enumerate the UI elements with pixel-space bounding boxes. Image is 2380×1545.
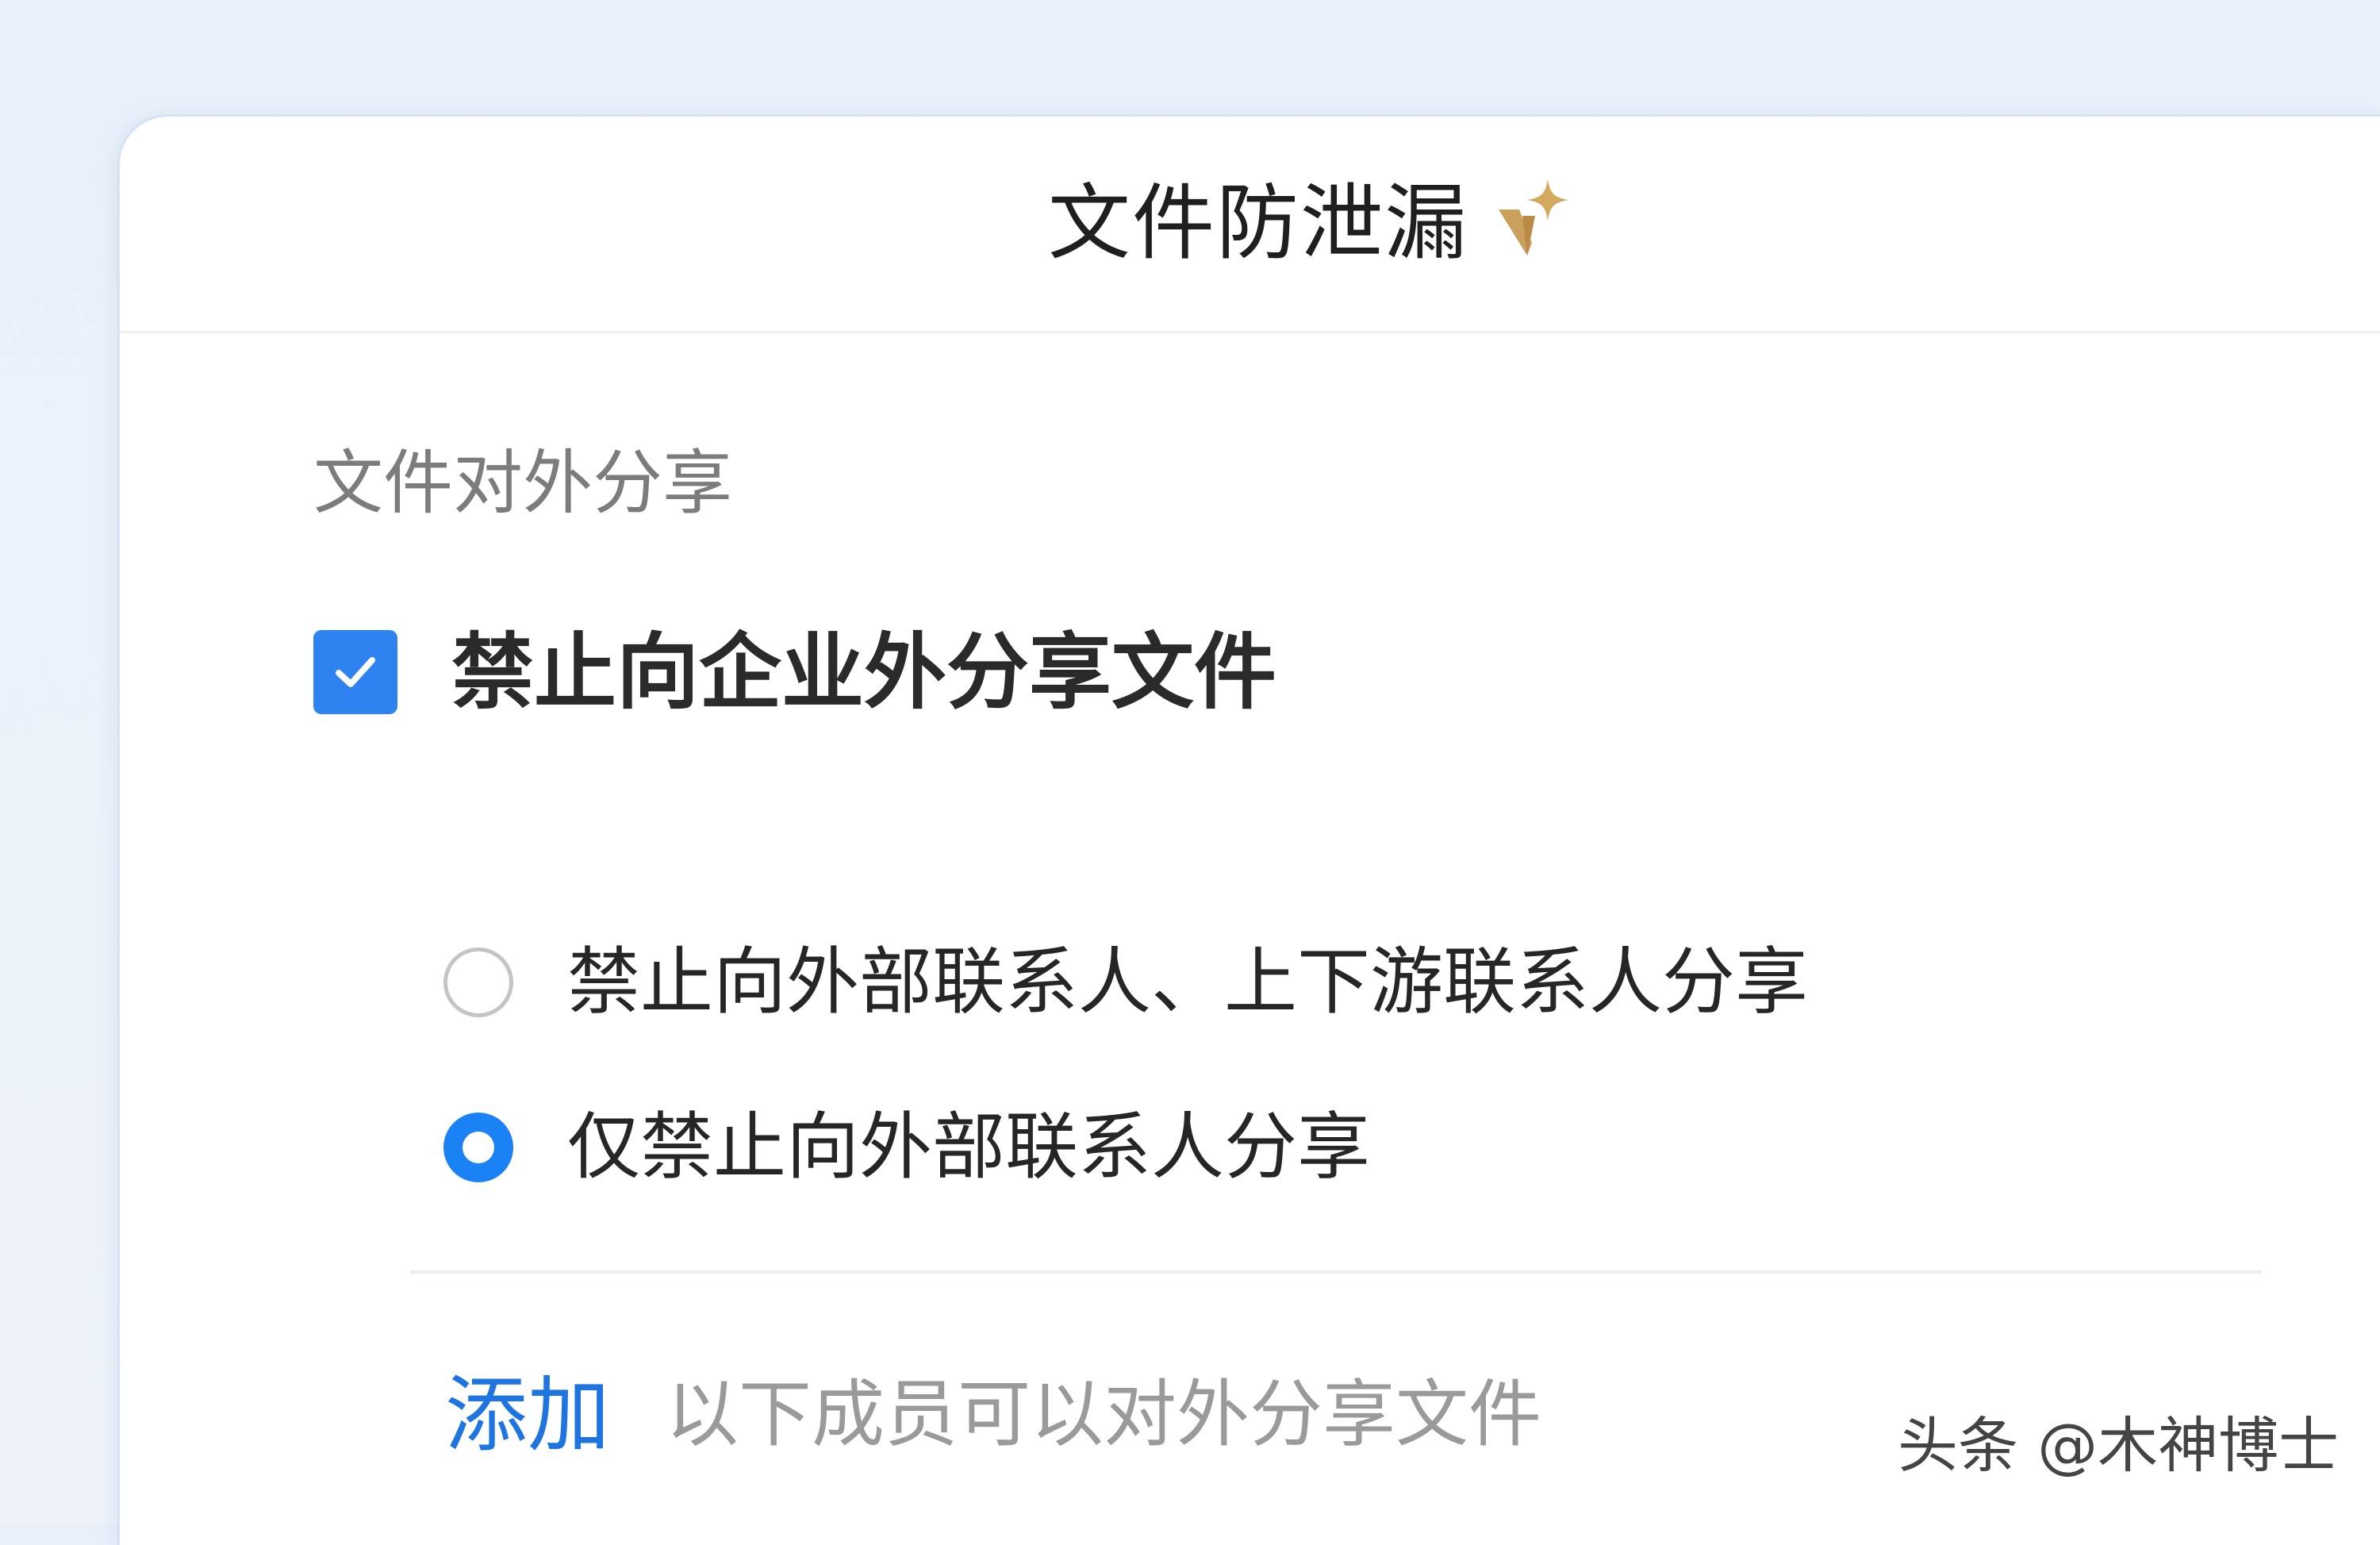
- add-members-link[interactable]: 添加: [445, 1374, 610, 1456]
- block-external-share-label: 禁止向企业外分享文件: [451, 624, 1277, 721]
- sparkle-v-icon: [1495, 179, 1572, 267]
- page-title: 文件防泄漏: [1048, 175, 1469, 271]
- radio-unselected[interactable]: [443, 947, 513, 1017]
- radio-dot: [463, 1132, 494, 1163]
- title-wrap: 文件防泄漏: [1048, 167, 1572, 279]
- allow-list-description: 以下成员可以对外分享文件: [666, 1372, 1542, 1457]
- scope-option-external-only[interactable]: 仅禁止向外部联系人分享: [443, 1104, 1370, 1191]
- radio-selected[interactable]: [443, 1113, 513, 1182]
- divider: [410, 1270, 2262, 1274]
- block-external-share-option[interactable]: 禁止向企业外分享文件: [313, 625, 1276, 720]
- allow-list-row: 添加 以下成员可以对外分享文件: [445, 1367, 1541, 1462]
- section-label: 文件对外分享: [313, 442, 733, 524]
- watermark: 头条 @木神博士: [1898, 1410, 2340, 1481]
- scope-option-external-and-partners[interactable]: 禁止向外部联系人、上下游联系人分享: [443, 939, 1808, 1026]
- scope-option-label: 仅禁止向外部联系人分享: [567, 1105, 1371, 1189]
- block-external-share-checkbox[interactable]: [313, 630, 397, 714]
- checkmark-icon: [336, 657, 375, 687]
- panel-header: 文件防泄漏: [120, 117, 2380, 333]
- settings-panel: 文件防泄漏 文件对外分享 禁止向企业外分享文件 禁止向外部联系人、上下游联系人分…: [117, 114, 2380, 1545]
- scope-option-label: 禁止向外部联系人、上下游联系人分享: [567, 940, 1809, 1024]
